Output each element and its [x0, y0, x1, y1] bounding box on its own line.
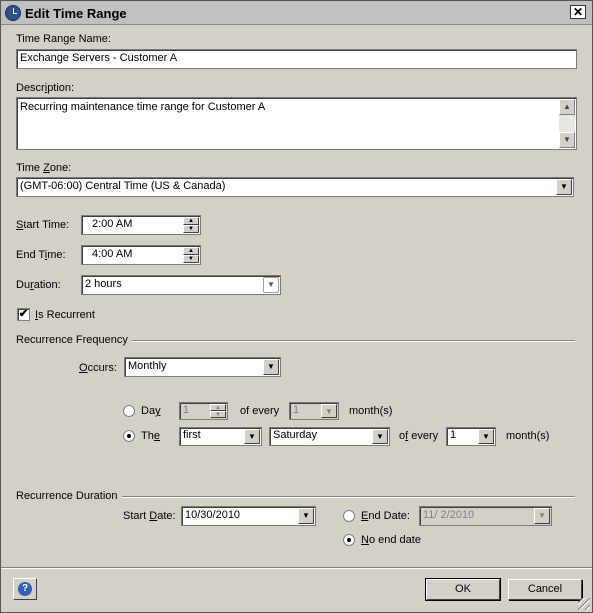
resize-grip-icon[interactable]	[578, 598, 590, 610]
months-label: month(s)	[506, 430, 550, 442]
chevron-down-icon[interactable]: ▼	[372, 429, 388, 444]
occurs-label: Occurs:	[79, 362, 117, 374]
recurrent-checkbox[interactable]: ✔	[17, 308, 30, 321]
the-label: The	[141, 430, 160, 442]
ok-button[interactable]: OK	[425, 578, 501, 601]
recurrent-label: Is Recurrent	[35, 309, 95, 321]
spin-up-icon[interactable]: ▲	[183, 217, 199, 225]
timezone-select[interactable]: (GMT-06:00) Central Time (US & Canada) ▼	[16, 177, 574, 197]
day-month-select[interactable]: 1 ▼	[289, 402, 339, 420]
window-title: Edit Time Range	[25, 6, 127, 21]
occurs-select[interactable]: Monthly ▼	[124, 357, 281, 377]
day-month-value: 1	[293, 404, 300, 416]
description-text: Recurring maintenance time range for Cus…	[20, 101, 266, 113]
day-spinner[interactable]: 1 ▲ ▼	[179, 402, 228, 420]
chevron-down-icon[interactable]: ▼	[244, 429, 260, 444]
duration-label: Duration:	[16, 279, 61, 291]
ordinal-value: first	[183, 429, 201, 441]
end-time-spinner[interactable]: 4:00 AM ▲ ▼	[81, 245, 201, 265]
day-radio[interactable]	[123, 405, 135, 417]
chevron-down-icon[interactable]: ▼	[478, 429, 494, 444]
clock-icon	[5, 5, 21, 21]
the-month-value: 1	[450, 429, 457, 441]
spin-up-icon[interactable]: ▲	[183, 247, 199, 255]
chevron-down-icon[interactable]: ▼	[321, 404, 337, 418]
day-label: Day	[141, 405, 161, 417]
no-end-date-label: No end date	[361, 534, 421, 546]
scroll-up-icon[interactable]: ▲	[559, 99, 575, 115]
spin-up-icon[interactable]: ▲	[210, 404, 226, 411]
end-date-picker[interactable]: 11/ 2/2010 ▼	[419, 506, 552, 526]
chevron-down-icon[interactable]: ▼	[263, 277, 279, 293]
ordinal-select[interactable]: first ▼	[179, 427, 262, 446]
calendar-dropdown-icon[interactable]: ▼	[298, 508, 314, 524]
description-label: Description:	[16, 82, 75, 94]
weekday-value: Saturday	[273, 429, 318, 441]
start-time-label: Start Time:	[16, 219, 70, 231]
start-date-picker[interactable]: 10/30/2010 ▼	[181, 506, 316, 526]
spin-down-icon[interactable]: ▼	[183, 255, 199, 263]
of-every-label: of every	[399, 430, 439, 442]
scroll-down-icon[interactable]: ▼	[559, 132, 575, 148]
frequency-group-title: Recurrence Frequency	[16, 334, 128, 346]
spin-down-icon[interactable]: ▼	[183, 225, 199, 233]
end-time-value: 4:00 AM	[92, 248, 133, 260]
of-every-label: of every	[240, 405, 280, 417]
close-button[interactable]: ✕	[570, 5, 586, 19]
duration-value: 2 hours	[85, 278, 122, 290]
help-button[interactable]: ?	[13, 578, 37, 600]
footer-divider	[1, 567, 592, 569]
the-radio[interactable]	[123, 430, 135, 442]
months-label: month(s)	[349, 405, 393, 417]
spin-down-icon[interactable]: ▼	[210, 411, 226, 418]
duration-divider	[122, 496, 575, 498]
timezone-value: (GMT-06:00) Central Time (US & Canada)	[20, 180, 226, 192]
weekday-select[interactable]: Saturday ▼	[269, 427, 390, 446]
end-time-spin[interactable]: ▲ ▼	[183, 247, 199, 263]
duration-group-title: Recurrence Duration	[16, 490, 118, 502]
day-spin[interactable]: ▲ ▼	[210, 404, 226, 418]
description-textarea[interactable]: Recurring maintenance time range for Cus…	[16, 97, 577, 150]
name-label: Time Range Name:	[16, 33, 111, 45]
day-value: 1	[183, 404, 190, 416]
start-time-spin[interactable]: ▲ ▼	[183, 217, 199, 233]
end-time-label: End Time:	[16, 249, 66, 261]
start-date-label: Start Date:	[123, 510, 176, 522]
help-icon: ?	[18, 582, 32, 596]
edit-time-range-dialog: Edit Time Range ✕ Time Range Name: Excha…	[0, 0, 593, 613]
the-month-select[interactable]: 1 ▼	[446, 427, 496, 446]
name-input[interactable]: Exchange Servers - Customer A	[16, 49, 577, 69]
timezone-label: Time Zone:	[16, 162, 72, 174]
no-end-date-radio[interactable]	[343, 534, 355, 546]
frequency-divider	[132, 340, 575, 342]
calendar-dropdown-icon[interactable]: ▼	[534, 508, 550, 524]
chevron-down-icon[interactable]: ▼	[556, 179, 572, 195]
occurs-value: Monthly	[128, 360, 167, 372]
end-date-label: End Date:	[361, 510, 410, 522]
start-date-value: 10/30/2010	[185, 509, 241, 521]
end-date-radio[interactable]	[343, 510, 355, 522]
start-time-value: 2:00 AM	[92, 218, 133, 230]
description-scrollbar[interactable]: ▲ ▼	[559, 99, 575, 148]
duration-select[interactable]: 2 hours ▼	[81, 275, 281, 295]
chevron-down-icon[interactable]: ▼	[263, 359, 279, 375]
end-date-value: 11/ 2/2010	[423, 509, 475, 521]
title-bar: Edit Time Range ✕	[1, 1, 592, 25]
start-time-spinner[interactable]: 2:00 AM ▲ ▼	[81, 215, 201, 235]
cancel-button[interactable]: Cancel	[508, 579, 582, 600]
